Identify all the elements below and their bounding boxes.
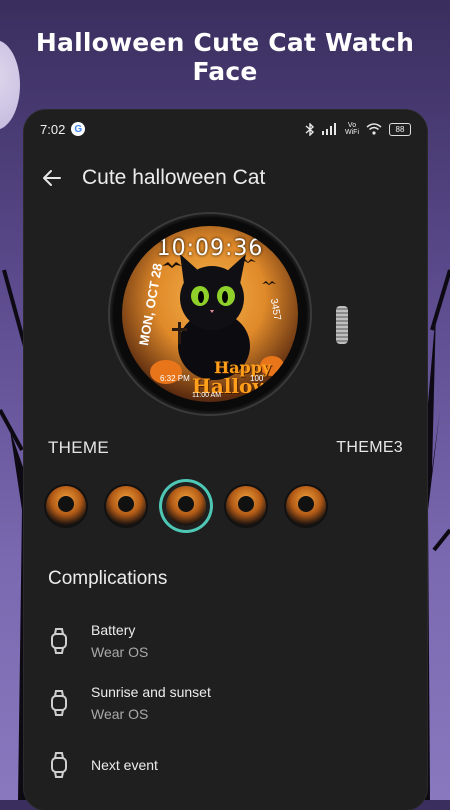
theme-option-cat-icon bbox=[118, 496, 134, 512]
watch-face-time: 10:09:36 bbox=[156, 236, 264, 261]
complication-provider: Wear OS bbox=[91, 706, 149, 722]
theme-option-cat-icon bbox=[178, 496, 194, 512]
watch-face-preview: 10:09:36 MON, OCT 28 3457 Happy Hallowee… bbox=[122, 226, 298, 402]
watch-icon bbox=[51, 752, 67, 778]
google-g-icon: G bbox=[71, 122, 86, 136]
promo-title: Halloween Cute Cat Watch Face bbox=[35, 28, 415, 86]
arrow-left-icon[interactable] bbox=[40, 166, 64, 190]
watch-bezel: 10:09:36 MON, OCT 28 3457 Happy Hallowee… bbox=[110, 214, 310, 414]
complication-item-battery[interactable]: Battery Wear OS bbox=[24, 610, 427, 672]
status-time: 7:02 bbox=[40, 121, 66, 137]
watch-icon bbox=[51, 628, 67, 654]
complication-name: Sunrise and sunset bbox=[91, 684, 211, 700]
watch-face-sunrise: 6:32 PM bbox=[160, 374, 190, 383]
theme-label: THEME bbox=[48, 438, 109, 457]
complication-provider: Wear OS bbox=[91, 644, 149, 660]
status-left: 7:02 G bbox=[40, 121, 86, 137]
theme-option-cat-icon bbox=[238, 496, 254, 512]
theme-option-cat-icon bbox=[58, 496, 74, 512]
watch-icon bbox=[51, 690, 67, 716]
theme-picker bbox=[24, 466, 427, 534]
theme-selected-value: THEME3 bbox=[336, 439, 403, 456]
watch-crown bbox=[336, 306, 348, 344]
vowifi-indicator: Vo WiFi bbox=[345, 122, 359, 136]
theme-option-5[interactable] bbox=[286, 486, 326, 526]
vowifi-top-label: Vo bbox=[347, 122, 357, 129]
complication-name: Battery bbox=[91, 622, 136, 638]
complication-item-sunrise-sunset[interactable]: Sunrise and sunset Wear OS bbox=[24, 672, 427, 734]
complications-heading: Complications bbox=[48, 568, 168, 589]
page-title: Cute halloween Cat bbox=[82, 166, 266, 189]
watch-face-bottom-time: 11:00 AM bbox=[192, 392, 222, 399]
watch-face-battery: 100 bbox=[250, 374, 264, 383]
phone-screen: 7:02 G Vo WiFi 88 Cute halloween Cat 10:… bbox=[24, 110, 427, 810]
vowifi-bottom-label: WiFi bbox=[345, 129, 359, 136]
complication-text: Battery Wear OS bbox=[91, 622, 148, 660]
complication-text: Sunrise and sunset Wear OS bbox=[91, 684, 211, 722]
theme-option-cat-icon bbox=[298, 496, 314, 512]
theme-option-2[interactable] bbox=[106, 486, 146, 526]
wifi-icon bbox=[366, 123, 382, 135]
status-bar: 7:02 G Vo WiFi 88 bbox=[24, 110, 427, 148]
theme-option-3-selected[interactable] bbox=[166, 486, 206, 526]
watch-preview: 10:09:36 MON, OCT 28 3457 Happy Hallowee… bbox=[24, 208, 427, 430]
theme-option-4[interactable] bbox=[226, 486, 266, 526]
complication-item-next-event[interactable]: Next event bbox=[24, 734, 427, 796]
app-bar: Cute halloween Cat bbox=[24, 148, 427, 208]
battery-indicator: 88 bbox=[389, 122, 411, 136]
complication-name: Next event bbox=[91, 757, 158, 773]
bluetooth-icon bbox=[305, 122, 315, 136]
theme-option-1[interactable] bbox=[46, 486, 86, 526]
signal-icon bbox=[322, 123, 336, 135]
theme-row[interactable]: THEME THEME3 bbox=[24, 430, 427, 466]
status-right: Vo WiFi 88 bbox=[305, 122, 411, 136]
complication-text: Next event bbox=[91, 757, 158, 773]
